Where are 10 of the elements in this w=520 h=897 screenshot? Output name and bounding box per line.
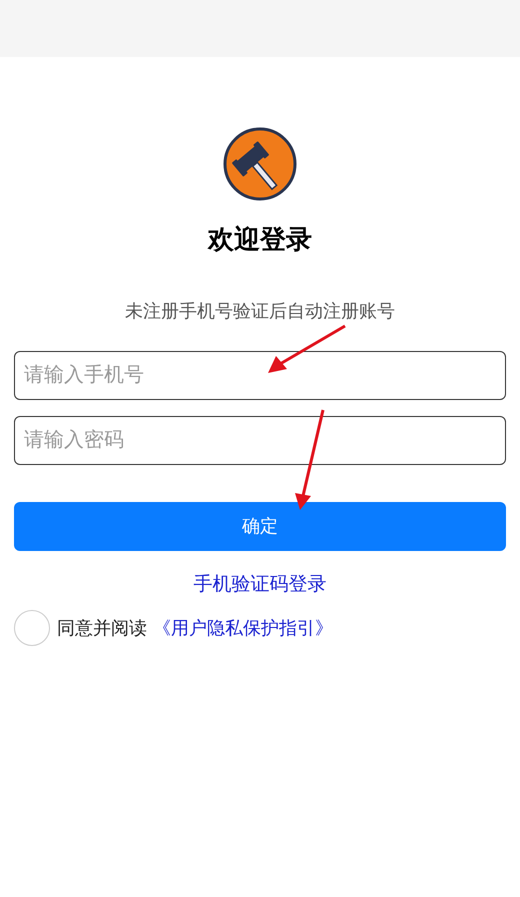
privacy-guide-link[interactable]: 《用户隐私保护指引》 [153, 614, 333, 642]
page-title: 欢迎登录 [208, 223, 312, 256]
password-input-field[interactable]: 请输入密码 [14, 416, 506, 464]
agree-checkbox[interactable] [14, 610, 50, 646]
confirm-button[interactable]: 确定 [14, 502, 506, 550]
agree-label: 同意并阅读 [57, 616, 147, 640]
sms-login-link[interactable]: 手机验证码登录 [194, 570, 326, 599]
phone-input-field[interactable]: 请输入手机号 [14, 350, 506, 400]
gavel-logo-icon [223, 127, 297, 201]
subtitle: 未注册手机号验证后自动注册账号 [125, 300, 395, 322]
